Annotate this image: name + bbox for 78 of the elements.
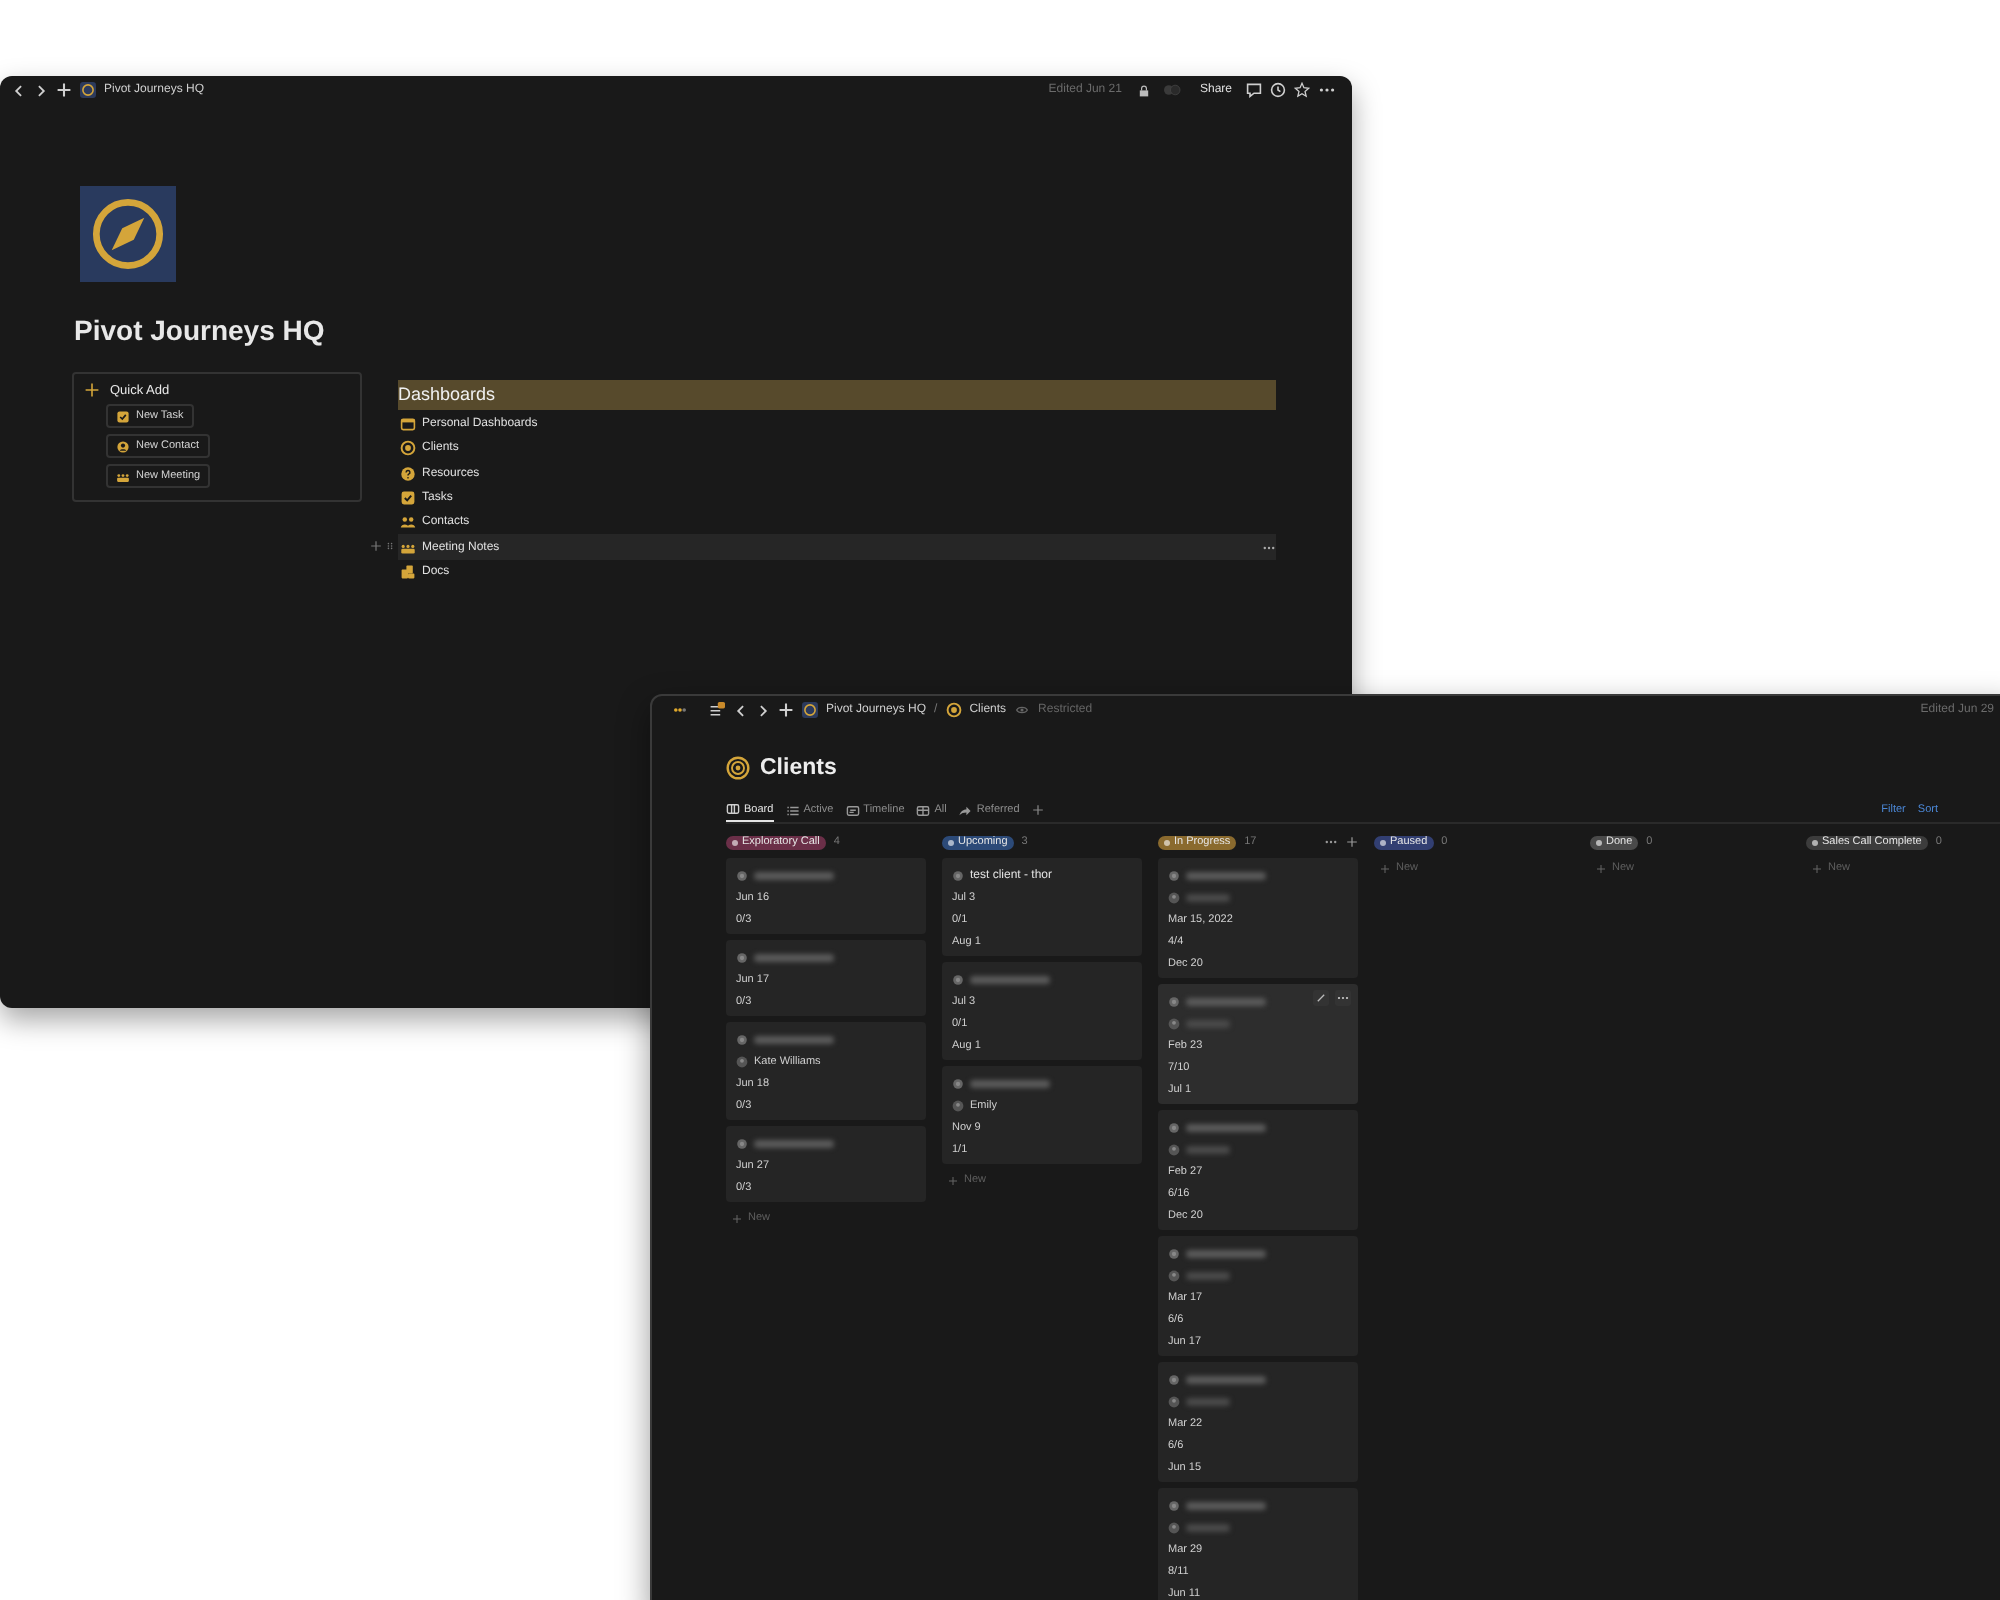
avatar-icon — [1168, 1395, 1180, 1407]
target-icon — [400, 440, 416, 457]
page-icon — [1168, 1373, 1180, 1385]
target-icon — [945, 702, 962, 718]
redacted-text — [754, 1035, 834, 1043]
redacted-text — [1186, 1501, 1266, 1509]
compass-icon — [80, 186, 176, 282]
redacted-text — [754, 1139, 834, 1147]
add-icon — [1596, 863, 1606, 873]
avatar-icon — [1168, 1017, 1180, 1029]
forward-icon[interactable] — [756, 701, 770, 719]
documents-icon — [400, 563, 416, 580]
redacted-text — [754, 871, 834, 879]
avatar-icon — [952, 1099, 964, 1111]
compass-icon — [802, 702, 818, 718]
back-icon[interactable] — [734, 701, 748, 719]
people-icon — [116, 469, 130, 483]
more-icon[interactable] — [1324, 836, 1338, 848]
star-icon[interactable] — [1294, 82, 1310, 98]
add-view-icon[interactable] — [1031, 804, 1044, 816]
avatar-icon — [1168, 1143, 1180, 1155]
sidebar-icon[interactable] — [708, 702, 726, 718]
window-icon — [400, 416, 416, 433]
page-icon — [736, 869, 748, 881]
timeline-icon — [845, 803, 860, 817]
comment-icon[interactable] — [1246, 82, 1262, 98]
list-icon — [785, 803, 800, 817]
redacted-text — [1186, 871, 1266, 879]
section-heading: Dashboards — [398, 380, 1276, 410]
add-icon — [1380, 863, 1390, 873]
back-icon[interactable] — [12, 81, 26, 99]
redacted-text — [754, 953, 834, 961]
more-icon[interactable] — [1318, 82, 1336, 98]
page-icon — [1168, 1247, 1180, 1259]
checkbox-icon — [116, 409, 130, 423]
redacted-text — [1186, 1249, 1266, 1257]
page-icon — [1168, 995, 1180, 1007]
page-icon — [736, 1033, 748, 1045]
person-icon — [116, 439, 130, 453]
page-icon — [952, 869, 964, 881]
page-icon — [1168, 1121, 1180, 1133]
page-icon — [736, 1137, 748, 1149]
target-icon — [726, 755, 750, 779]
table-icon — [916, 803, 931, 817]
avatar-icon — [1168, 891, 1180, 903]
redacted-text — [970, 1079, 1050, 1087]
redacted-text — [1186, 1123, 1266, 1131]
page-icon — [736, 951, 748, 963]
history-icon[interactable] — [1270, 82, 1286, 98]
help-icon — [400, 465, 416, 482]
forward-icon[interactable] — [34, 81, 48, 99]
add-icon — [1812, 863, 1822, 873]
redacted-text — [1186, 997, 1266, 1005]
board-icon — [726, 802, 740, 816]
avatar-icon — [1168, 1521, 1180, 1533]
redacted-text — [1186, 1375, 1266, 1383]
page-title: Pivot Journeys HQ — [74, 314, 327, 350]
page-title: Clients — [760, 755, 837, 779]
page-icon — [952, 1077, 964, 1089]
edit-icon[interactable] — [1312, 990, 1330, 1006]
page-icon — [1168, 1499, 1180, 1511]
lock-icon — [1137, 83, 1150, 97]
add-icon — [948, 1175, 958, 1185]
add-icon — [84, 382, 100, 398]
page-icon — [952, 973, 964, 985]
people-icon — [400, 539, 416, 556]
more-icon[interactable] — [1262, 541, 1276, 554]
avatar-icon — [736, 1055, 748, 1067]
add-icon — [732, 1213, 742, 1223]
redacted-text — [970, 975, 1050, 983]
page-icon — [1168, 869, 1180, 881]
eye-icon — [1014, 704, 1031, 716]
checkbox-icon — [400, 490, 416, 507]
forward-arrow-icon — [958, 803, 973, 817]
contacts-icon — [400, 514, 416, 531]
avatar-icon — [1168, 1269, 1180, 1281]
more-icon[interactable] — [1334, 990, 1352, 1006]
compass-icon — [80, 82, 96, 98]
